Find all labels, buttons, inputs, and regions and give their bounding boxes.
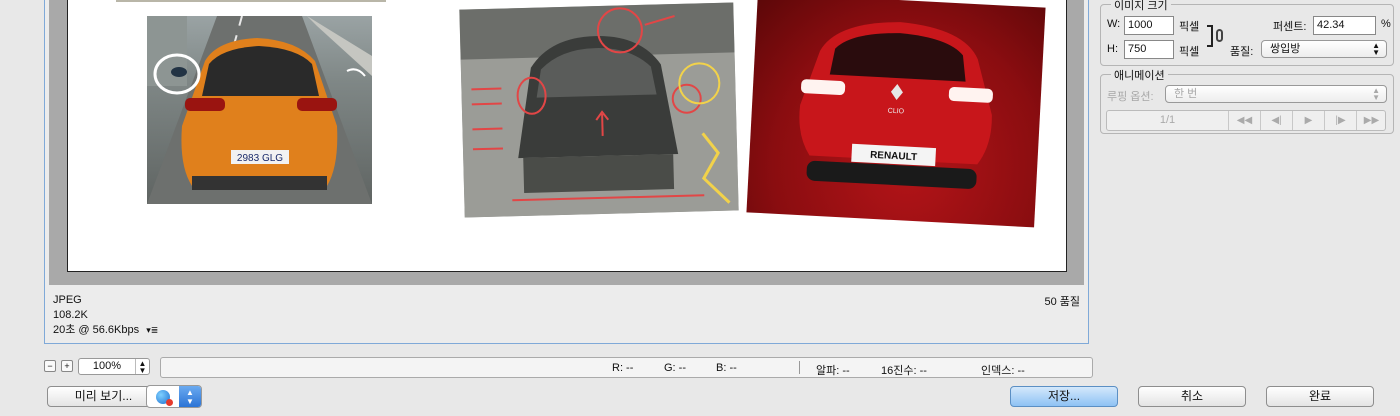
play-icon[interactable]: ▶: [1292, 111, 1324, 130]
license-plate: 2983 GLG: [237, 153, 283, 164]
image-info: JPEG 108.2K 20초 @ 56.6Kbps ▾≣: [53, 293, 158, 338]
alpha-readout: 알파: --: [816, 365, 850, 377]
photo-annotated-car: [459, 2, 739, 218]
preview-panel: 2983 GLG CLIO RENAULT JPEG 108.2K 20초 @ …: [44, 0, 1089, 344]
first-frame-icon[interactable]: ◀◀: [1228, 111, 1260, 130]
loop-value: 한 번: [1174, 88, 1198, 100]
download-time-text: 20초 @ 56.6Kbps: [53, 324, 140, 336]
width-label: W:: [1107, 18, 1121, 30]
red-readout: R: --: [612, 362, 634, 374]
next-frame-icon[interactable]: |▶: [1324, 111, 1356, 130]
link-icon[interactable]: [1216, 29, 1223, 42]
frame-counter: 1/1: [1159, 114, 1176, 126]
hex-readout: 16진수: --: [881, 365, 927, 377]
annotated-car-illustration: [459, 2, 739, 218]
file-format: JPEG: [53, 294, 82, 306]
red-car-illustration: CLIO RENAULT: [799, 22, 993, 189]
animation-title: 애니메이션: [1111, 67, 1168, 83]
resample-quality-select[interactable]: 쌍입방 ▲ ▼: [1261, 40, 1387, 58]
speed-menu-icon[interactable]: ▾≣: [146, 325, 158, 335]
zoom-select[interactable]: 100% ▲ ▼: [78, 358, 150, 375]
download-time: 20초 @ 56.6Kbps ▾≣: [53, 323, 158, 338]
blue-readout: B: --: [716, 362, 737, 374]
pixel-readout: R: -- G: -- B: -- 알파: -- 16진수: -- 인덱스: -…: [160, 357, 1093, 378]
quality-readout: 50 품질: [1044, 296, 1080, 308]
preview-button[interactable]: 미리 보기...: [47, 386, 160, 407]
browser-dropdown-icon: ▲ ▼: [179, 386, 201, 407]
zoom-in-button[interactable]: +: [61, 360, 73, 372]
prev-frame-icon[interactable]: ◀|: [1260, 111, 1292, 130]
zoom-stepper-icon: ▲ ▼: [135, 359, 149, 375]
last-frame-icon[interactable]: ▶▶: [1356, 111, 1386, 130]
file-size: 108.2K: [53, 309, 88, 321]
orange-car-illustration: 2983 GLG: [147, 16, 372, 204]
frame-controls: 1/1 ◀◀ ◀| ▶ |▶ ▶▶: [1106, 110, 1386, 131]
status-bar: − + 100% ▲ ▼ R: -- G: -- B: -- 알파: -- 16진…: [40, 356, 1094, 378]
chevron-updown-icon: ▲ ▼: [1372, 86, 1380, 102]
index-readout: 인덱스: --: [981, 365, 1025, 377]
image-canvas[interactable]: 2983 GLG CLIO RENAULT: [67, 0, 1067, 272]
canvas-top-line: [116, 0, 386, 2]
readout-divider: [799, 361, 800, 374]
loop-select[interactable]: 한 번 ▲ ▼: [1165, 85, 1387, 103]
percent-field[interactable]: 42.34: [1313, 16, 1376, 35]
width-unit: 픽셀: [1179, 21, 1200, 33]
width-field[interactable]: 1000: [1124, 16, 1174, 35]
browser-select[interactable]: ▲ ▼: [146, 385, 202, 408]
chevron-updown-icon: ▲ ▼: [1372, 41, 1380, 57]
height-unit: 픽셀: [1179, 46, 1200, 58]
percent-sign: %: [1381, 18, 1391, 30]
resample-quality-value: 쌍입방: [1270, 43, 1301, 55]
photo-red-car: CLIO RENAULT: [746, 0, 1046, 228]
image-size-group: 이미지 크기 W: 1000 픽셀 H: 750 픽셀 퍼센트: 42.34 %…: [1100, 0, 1394, 66]
height-field[interactable]: 750: [1124, 40, 1174, 59]
model-badge: CLIO: [888, 108, 905, 116]
height-label: H:: [1107, 43, 1118, 55]
green-readout: G: --: [664, 362, 686, 374]
constrain-bracket: [1207, 25, 1213, 47]
settings-panel: 이미지 크기 W: 1000 픽셀 H: 750 픽셀 퍼센트: 42.34 %…: [1100, 0, 1400, 416]
browser-globe-icon: [156, 390, 173, 406]
percent-label: 퍼센트:: [1273, 21, 1307, 33]
photo-orange-car: 2983 GLG: [147, 16, 372, 204]
zoom-value: 100%: [92, 360, 122, 372]
canvas-background: 2983 GLG CLIO RENAULT: [49, 0, 1084, 285]
image-size-title: 이미지 크기: [1111, 0, 1171, 13]
loop-label: 루핑 옵션:: [1107, 91, 1154, 103]
quality-label: 품질:: [1230, 46, 1254, 58]
zoom-out-button[interactable]: −: [44, 360, 56, 372]
